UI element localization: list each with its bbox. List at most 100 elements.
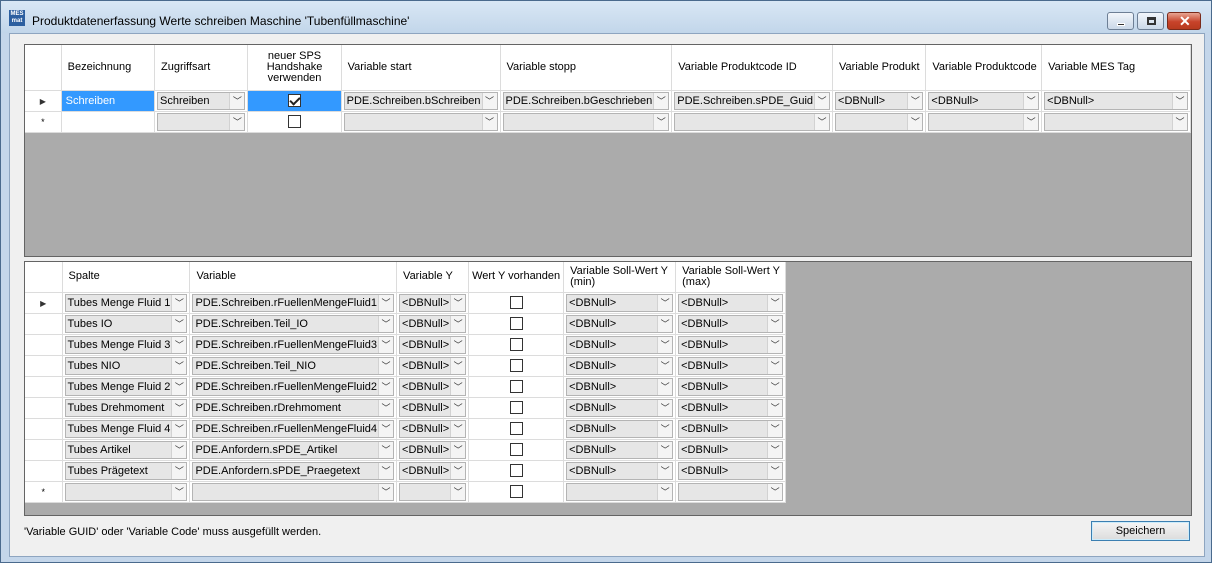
variable-produktcode-dropdown[interactable]: <DBNull> ﹀	[928, 91, 1040, 110]
variable-cell[interactable]: PDE.Schreiben.rFuellenMengeFluid4 ﹀	[189, 418, 398, 440]
chevron-down-icon[interactable]: ﹀	[767, 294, 783, 311]
chevron-down-icon[interactable]: ﹀	[1172, 92, 1187, 109]
header-variable[interactable]: Variable	[189, 262, 398, 293]
soll-min-dropdown[interactable]: <DBNull> ﹀	[566, 461, 674, 480]
chevron-down-icon[interactable]: ﹀	[767, 462, 783, 479]
chevron-down-icon[interactable]: ﹀	[378, 441, 394, 458]
variable-produktcode-id-dropdown[interactable]: PDE.Schreiben.sPDE_Guid ﹀	[674, 91, 831, 110]
chevron-down-icon[interactable]: ﹀	[1023, 92, 1039, 109]
chevron-down-icon[interactable]: ﹀	[657, 399, 673, 416]
chevron-down-icon[interactable]: ﹀	[450, 336, 466, 353]
soll-max-cell[interactable]: <DBNull> ﹀	[675, 292, 787, 314]
variable-y-dropdown[interactable]: <DBNull> ﹀	[399, 356, 467, 375]
wert-y-cell[interactable]	[468, 481, 565, 503]
chevron-down-icon[interactable]: ﹀	[171, 420, 187, 437]
header-variable-produktcode[interactable]: Variable Produktcode	[925, 45, 1043, 91]
soll-min-dropdown[interactable]: <DBNull> ﹀	[566, 356, 674, 375]
variable-stopp-dropdown[interactable]: ﹀	[502, 112, 670, 131]
chevron-down-icon[interactable]: ﹀	[171, 357, 187, 374]
chevron-down-icon[interactable]: ﹀	[814, 92, 830, 109]
zugriffsart-cell[interactable]: Schreiben ﹀	[154, 90, 249, 112]
new-row[interactable]: * ﹀ ﹀ ﹀ ﹀ ﹀	[25, 481, 787, 503]
variable-y-dropdown[interactable]: <DBNull> ﹀	[399, 398, 467, 417]
chevron-down-icon[interactable]: ﹀	[653, 92, 669, 109]
variable-start-dropdown[interactable]: ﹀	[343, 112, 498, 131]
soll-max-cell[interactable]: <DBNull> ﹀	[675, 418, 787, 440]
spalte-cell[interactable]: Tubes Artikel ﹀	[62, 439, 191, 461]
variable-produkt-cell[interactable]: <DBNull> ﹀	[832, 90, 927, 112]
header-variable-stopp[interactable]: Variable stopp	[500, 45, 673, 91]
wert-y-checkbox[interactable]	[509, 401, 523, 414]
handshake-checkbox[interactable]	[288, 115, 302, 128]
soll-max-dropdown[interactable]: <DBNull> ﹀	[678, 377, 784, 396]
chevron-down-icon[interactable]: ﹀	[657, 441, 673, 458]
chevron-down-icon[interactable]: ﹀	[450, 294, 466, 311]
variable-stopp-cell[interactable]: PDE.Schreiben.bGeschrieben ﹀	[500, 90, 673, 112]
variable-produkt-dropdown[interactable]: ﹀	[835, 112, 924, 131]
soll-max-cell[interactable]: <DBNull> ﹀	[675, 397, 787, 419]
spalte-dropdown[interactable]: Tubes NIO ﹀	[64, 356, 188, 375]
bottom-grid-corner-header[interactable]	[25, 262, 63, 293]
zugriffsart-dropdown[interactable]: ﹀	[156, 112, 246, 131]
bezeichnung-cell[interactable]	[61, 111, 155, 133]
chevron-down-icon[interactable]: ﹀	[767, 399, 783, 416]
variable-mes-tag-dropdown[interactable]: <DBNull> ﹀	[1044, 91, 1188, 110]
variable-y-dropdown[interactable]: ﹀	[399, 482, 467, 501]
soll-max-dropdown[interactable]: <DBNull> ﹀	[678, 314, 784, 333]
table-row[interactable]: Tubes Artikel ﹀ PDE.Anfordern.sPDE_Artikel…	[25, 439, 787, 461]
soll-min-cell[interactable]: <DBNull> ﹀	[563, 418, 677, 440]
wert-y-checkbox[interactable]	[509, 317, 523, 330]
chevron-down-icon[interactable]: ﹀	[1172, 113, 1187, 130]
variable-cell[interactable]: PDE.Anfordern.sPDE_Praegetext ﹀	[189, 460, 398, 482]
wert-y-checkbox[interactable]	[509, 485, 523, 498]
new-row-header[interactable]: *	[25, 481, 63, 503]
header-variable-mes-tag[interactable]: Variable MES Tag	[1041, 45, 1191, 91]
chevron-down-icon[interactable]: ﹀	[229, 113, 245, 130]
spalte-dropdown[interactable]: Tubes IO ﹀	[64, 314, 188, 333]
chevron-down-icon[interactable]: ﹀	[481, 92, 497, 109]
soll-min-cell[interactable]: <DBNull> ﹀	[563, 313, 677, 335]
row-header[interactable]	[25, 397, 63, 419]
wert-y-checkbox[interactable]	[509, 464, 523, 477]
chevron-down-icon[interactable]: ﹀	[450, 378, 466, 395]
soll-max-dropdown[interactable]: ﹀	[678, 482, 784, 501]
variable-y-cell[interactable]: ﹀	[396, 481, 470, 503]
spalte-cell[interactable]: ﹀	[62, 481, 191, 503]
chevron-down-icon[interactable]: ﹀	[907, 113, 923, 130]
row-header[interactable]	[25, 313, 63, 335]
chevron-down-icon[interactable]: ﹀	[767, 378, 783, 395]
soll-min-dropdown[interactable]: <DBNull> ﹀	[566, 398, 674, 417]
wert-y-cell[interactable]	[468, 313, 565, 335]
row-header[interactable]	[25, 334, 63, 356]
soll-max-cell[interactable]: <DBNull> ﹀	[675, 334, 787, 356]
table-row[interactable]: Tubes IO ﹀ PDE.Schreiben.Teil_IO ﹀ <DBNull> ﹀…	[25, 313, 787, 335]
variable-dropdown[interactable]: PDE.Schreiben.rFuellenMengeFluid1 ﹀	[192, 293, 395, 312]
table-row[interactable]: Tubes Prägetext ﹀ PDE.Anfordern.sPDE_Praeg…	[25, 460, 787, 482]
row-header[interactable]	[25, 418, 63, 440]
chevron-down-icon[interactable]: ﹀	[767, 357, 783, 374]
header-zugriffsart[interactable]: Zugriffsart	[154, 45, 249, 91]
variable-cell[interactable]: PDE.Schreiben.rDrehmoment ﹀	[189, 397, 398, 419]
wert-y-cell[interactable]	[468, 418, 565, 440]
spalte-dropdown[interactable]: Tubes Menge Fluid 1 ﹀	[64, 293, 188, 312]
wert-y-cell[interactable]	[468, 376, 565, 398]
variable-produktcode-cell[interactable]: <DBNull> ﹀	[925, 90, 1043, 112]
chevron-down-icon[interactable]: ﹀	[171, 378, 187, 395]
soll-min-cell[interactable]: <DBNull> ﹀	[563, 355, 677, 377]
variable-mes-tag-dropdown[interactable]: ﹀	[1044, 112, 1188, 131]
chevron-down-icon[interactable]: ﹀	[378, 294, 394, 311]
variable-y-dropdown[interactable]: <DBNull> ﹀	[399, 440, 467, 459]
soll-min-dropdown[interactable]: <DBNull> ﹀	[566, 377, 674, 396]
chevron-down-icon[interactable]: ﹀	[229, 92, 245, 109]
chevron-down-icon[interactable]: ﹀	[450, 462, 466, 479]
title-bar[interactable]: MES mat Produktdatenerfassung Werte schr…	[1, 1, 1211, 33]
variable-produkt-cell[interactable]: ﹀	[832, 111, 927, 133]
handshake-checkbox[interactable]	[288, 94, 302, 107]
soll-min-dropdown[interactable]: <DBNull> ﹀	[566, 440, 674, 459]
spalte-cell[interactable]: Tubes Drehmoment ﹀	[62, 397, 191, 419]
variable-cell[interactable]: PDE.Schreiben.rFuellenMengeFluid3 ﹀	[189, 334, 398, 356]
zugriffsart-cell[interactable]: ﹀	[154, 111, 249, 133]
row-header[interactable]: ▶	[25, 292, 63, 314]
chevron-down-icon[interactable]: ﹀	[657, 420, 673, 437]
chevron-down-icon[interactable]: ﹀	[657, 357, 673, 374]
